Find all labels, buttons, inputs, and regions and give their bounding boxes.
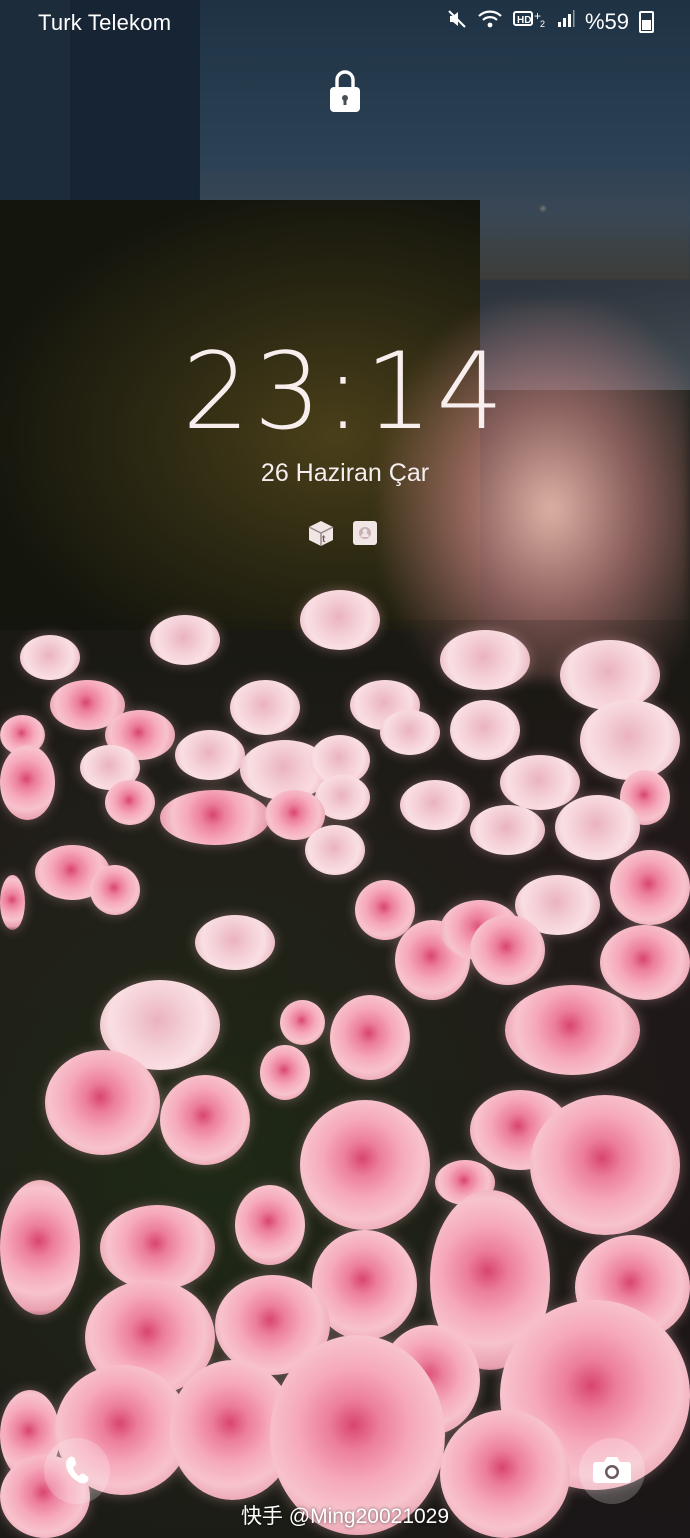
svg-text:2: 2	[540, 19, 545, 29]
status-icons: HD +2 %59	[447, 9, 654, 35]
carrier-name: Turk Telekom	[38, 10, 172, 35]
battery-percentage: %59	[584, 9, 629, 34]
contact-app-icon[interactable]	[350, 518, 380, 548]
lockscreen-date: 26 Haziran Çar	[260, 459, 430, 487]
lockscreen-clock[interactable]: 23:14	[0, 330, 690, 453]
wallpaper-watermark: 快手 @Ming20021029	[240, 1505, 450, 1528]
notification-icons[interactable]: t	[306, 518, 380, 548]
lock-icon[interactable]	[329, 68, 361, 114]
svg-text:HD: HD	[517, 15, 531, 26]
hd-volte-icon: HD +2	[512, 9, 547, 35]
mute-icon	[447, 9, 467, 35]
phone-icon	[64, 1454, 90, 1489]
lockscreen-wallpaper	[0, 0, 690, 1538]
camera-shortcut-button[interactable]	[579, 1438, 645, 1504]
package-app-icon[interactable]: t	[306, 518, 336, 548]
camera-icon	[592, 1454, 632, 1489]
phone-shortcut-button[interactable]	[44, 1438, 110, 1504]
status-bar: Turk Telekom HD +2 %59	[0, 0, 690, 44]
signal-icon	[557, 9, 575, 35]
wifi-icon	[477, 9, 503, 35]
battery-icon	[639, 11, 654, 33]
